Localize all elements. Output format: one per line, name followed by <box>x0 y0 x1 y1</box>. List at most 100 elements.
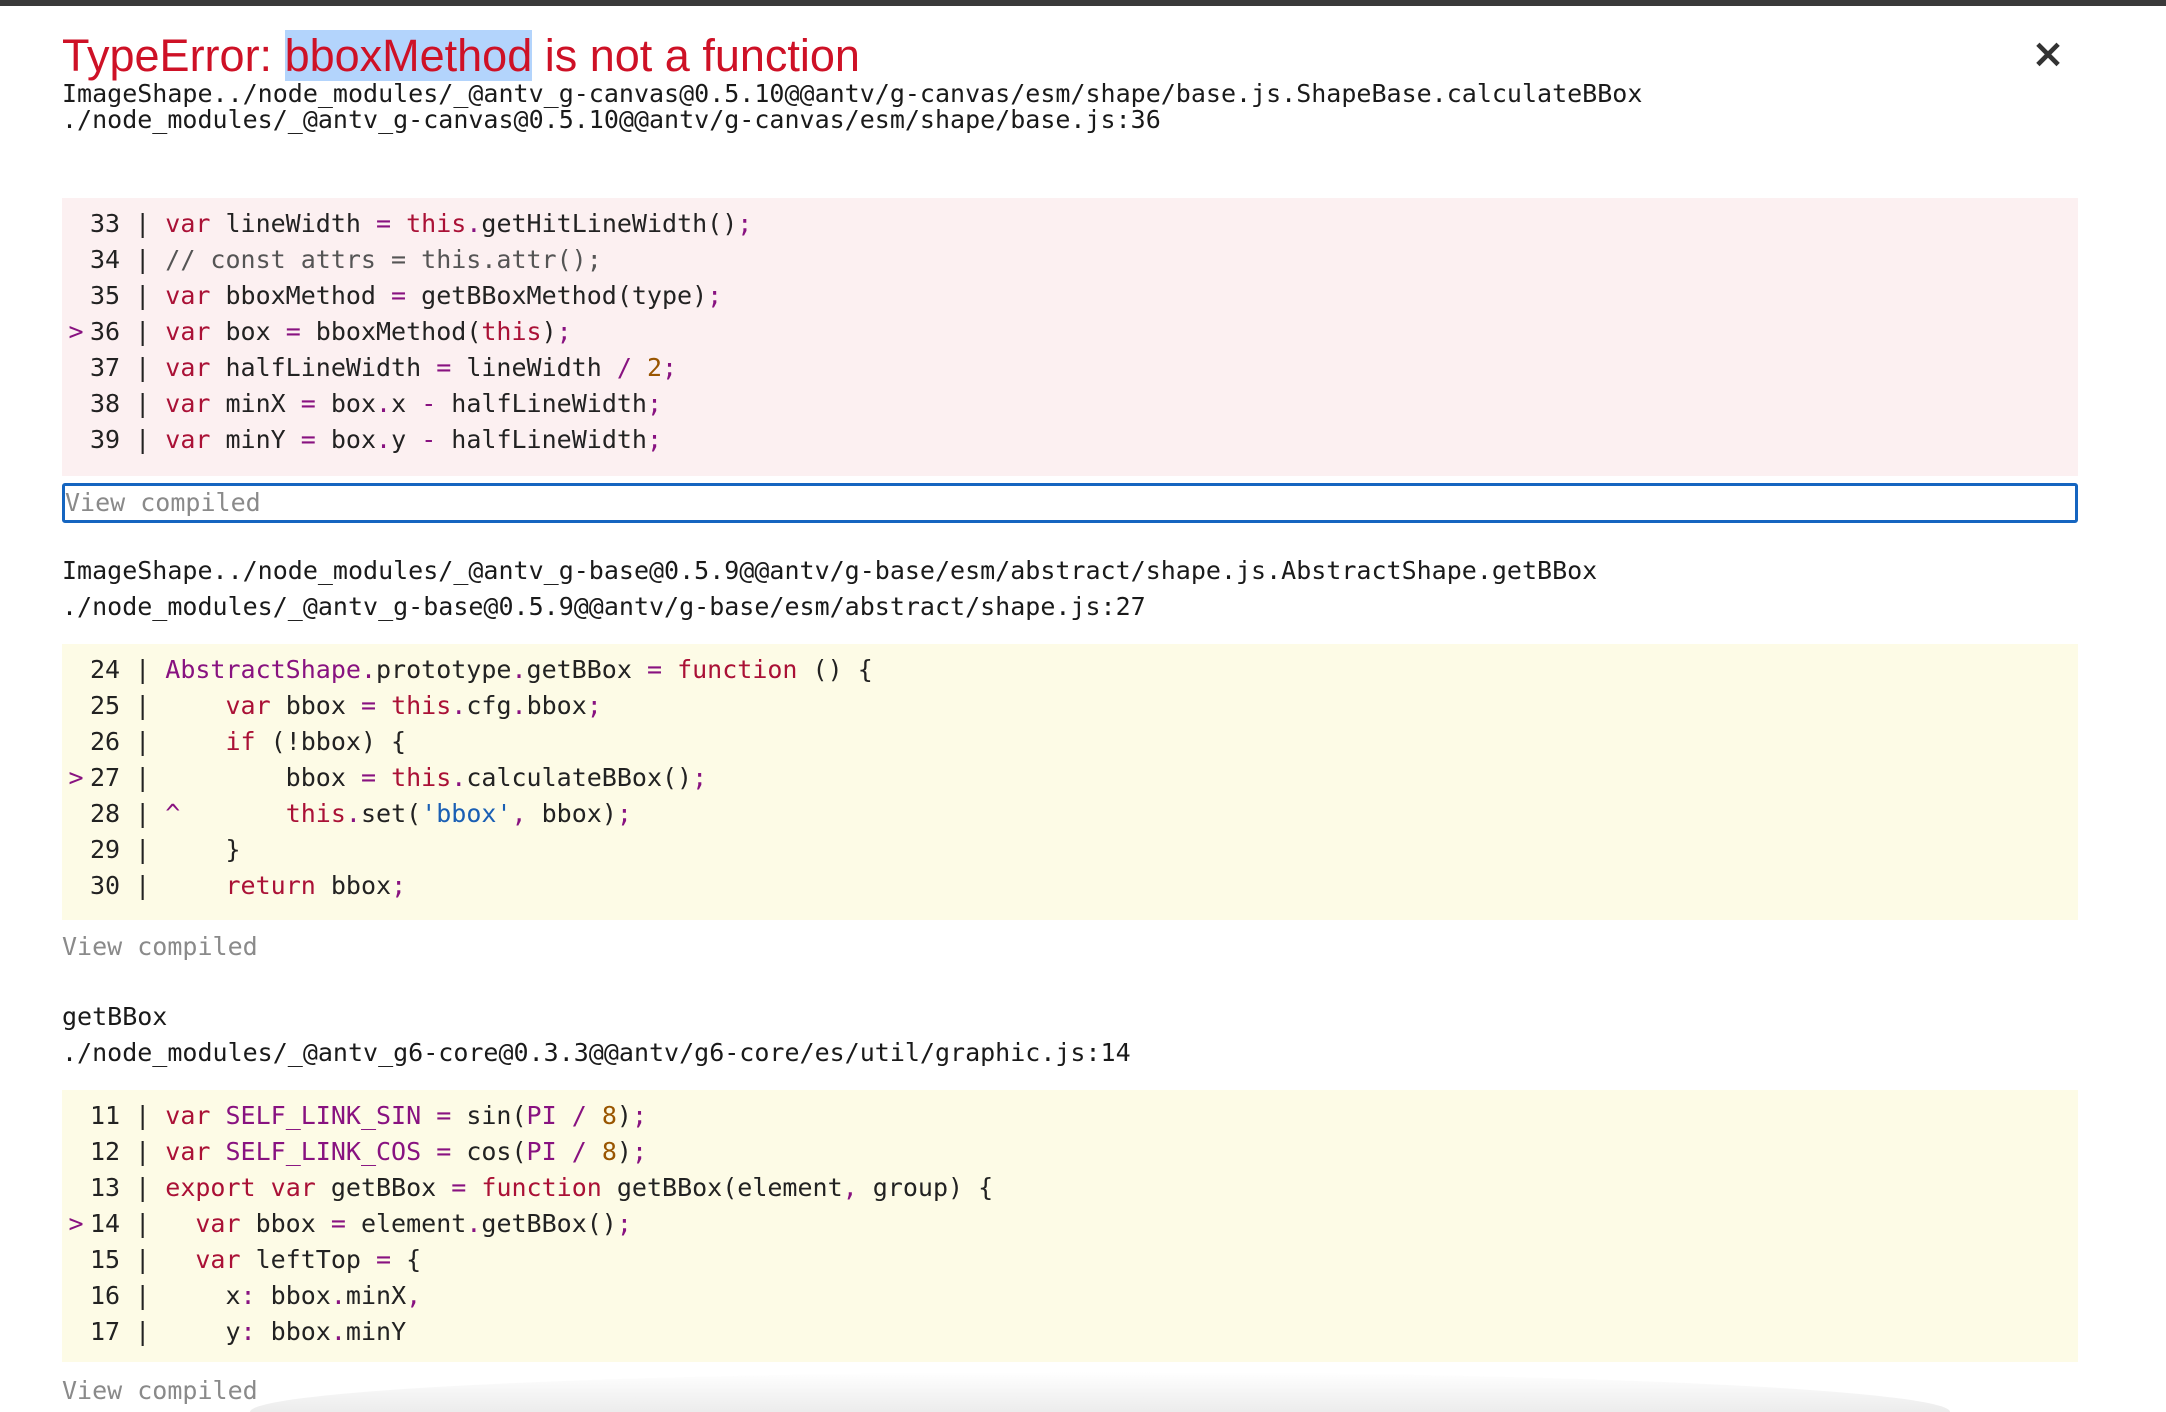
code-text: var minX = box.x - halfLineWidth; <box>165 389 663 418</box>
code-line: >14 | var bbox = element.getBBox(); <box>62 1206 2078 1242</box>
code-line: >27 | bbox = this.calculateBBox(); <box>62 760 2078 796</box>
code-line: 16 | x: bbox.minX, <box>62 1278 2078 1314</box>
line-number: 39 <box>90 425 121 454</box>
line-number: 29 <box>90 835 121 864</box>
code-line: 34 | // const attrs = this.attr(); <box>62 242 2078 278</box>
code-text: var bboxMethod = getBBoxMethod(type); <box>165 281 723 310</box>
code-text: x: bbox.minX, <box>165 1281 422 1310</box>
current-line-marker <box>62 350 90 386</box>
stack-frame-1-location: ./node_modules/_@antv_g-canvas@0.5.10@@a… <box>62 105 1161 134</box>
code-line: 25 | var bbox = this.cfg.bbox; <box>62 688 2078 724</box>
line-number: 17 <box>90 1317 121 1346</box>
view-compiled-button-3[interactable]: View compiled <box>62 1373 258 1409</box>
code-line: 30 | return bbox; <box>62 868 2078 904</box>
line-number: 35 <box>90 281 121 310</box>
current-line-marker <box>62 796 90 832</box>
stack-frame-2-function: ImageShape../node_modules/_@antv_g-base@… <box>62 556 1598 585</box>
line-number: 26 <box>90 727 121 756</box>
stack-frame-2-location: ./node_modules/_@antv_g-base@0.5.9@@antv… <box>62 592 1146 621</box>
line-number: 16 <box>90 1281 121 1310</box>
code-text: var bbox = element.getBBox(); <box>195 1209 632 1238</box>
code-line: 37 | var halfLineWidth = lineWidth / 2; <box>62 350 2078 386</box>
code-text: // const attrs = this.attr(); <box>165 245 602 274</box>
code-text: var minY = box.y - halfLineWidth; <box>165 425 663 454</box>
error-highlighted-identifier: bboxMethod <box>284 30 533 81</box>
line-number: 33 <box>90 209 121 238</box>
line-number: 30 <box>90 871 121 900</box>
current-line-marker <box>62 242 90 278</box>
line-number: 27 <box>90 763 121 792</box>
current-line-marker <box>62 652 90 688</box>
line-number: 28 <box>90 799 121 828</box>
code-snippet-1: 33 | var lineWidth = this.getHitLineWidt… <box>62 198 2078 476</box>
line-number: 34 <box>90 245 121 274</box>
code-line: 26 | if (!bbox) { <box>62 724 2078 760</box>
stack-frame-3-function: getBBox <box>62 1002 168 1031</box>
code-text: var bbox = this.cfg.bbox; <box>225 691 602 720</box>
stack-frame-3-location: ./node_modules/_@antv_g6-core@0.3.3@@ant… <box>62 1038 1131 1067</box>
current-line-marker <box>62 868 90 904</box>
current-line-marker <box>62 278 90 314</box>
code-snippet-2: 24 | AbstractShape.prototype.getBBox = f… <box>62 644 2078 920</box>
code-text: var leftTop = { <box>195 1245 422 1274</box>
line-number: 11 <box>90 1101 121 1130</box>
current-line-marker <box>62 724 90 760</box>
code-line: 28 | ^ this.set('bbox', bbox); <box>62 796 2078 832</box>
line-number: 15 <box>90 1245 121 1274</box>
current-line-marker <box>62 422 90 458</box>
code-text: var lineWidth = this.getHitLineWidth(); <box>165 209 753 238</box>
code-line: 12 | var SELF_LINK_COS = cos(PI / 8); <box>62 1134 2078 1170</box>
code-line: >36 | var box = bboxMethod(this); <box>62 314 2078 350</box>
code-line: 11 | var SELF_LINK_SIN = sin(PI / 8); <box>62 1098 2078 1134</box>
view-compiled-button-1[interactable]: View compiled <box>62 483 2078 523</box>
current-line-marker <box>62 832 90 868</box>
code-text: var halfLineWidth = lineWidth / 2; <box>165 353 678 382</box>
code-line: 17 | y: bbox.minY <box>62 1314 2078 1350</box>
code-text: bbox = this.calculateBBox(); <box>165 763 708 792</box>
line-number: 14 <box>90 1209 121 1238</box>
error-type: TypeError: <box>62 30 285 81</box>
code-line: 38 | var minX = box.x - halfLineWidth; <box>62 386 2078 422</box>
code-text: ^ this.set('bbox', bbox); <box>165 799 632 828</box>
code-text: if (!bbox) { <box>225 727 407 756</box>
code-text: var box = bboxMethod(this); <box>165 317 572 346</box>
code-line: 39 | var minY = box.y - halfLineWidth; <box>62 422 2078 458</box>
line-number: 12 <box>90 1137 121 1166</box>
code-line: 33 | var lineWidth = this.getHitLineWidt… <box>62 206 2078 242</box>
current-line-marker <box>62 1242 90 1278</box>
line-number: 38 <box>90 389 121 418</box>
error-message-rest: is not a function <box>532 30 860 81</box>
code-text: var SELF_LINK_SIN = sin(PI / 8); <box>165 1101 648 1130</box>
code-text: y: bbox.minY <box>165 1317 407 1346</box>
code-text: var SELF_LINK_COS = cos(PI / 8); <box>165 1137 648 1166</box>
code-text: return bbox; <box>225 871 407 900</box>
current-line-marker <box>62 1314 90 1350</box>
line-number: 25 <box>90 691 121 720</box>
line-number: 36 <box>90 317 121 346</box>
current-line-marker <box>62 688 90 724</box>
code-line: 24 | AbstractShape.prototype.getBBox = f… <box>62 652 2078 688</box>
current-line-marker: > <box>68 763 84 792</box>
line-number: 24 <box>90 655 121 684</box>
current-line-marker <box>62 1278 90 1314</box>
current-line-marker: > <box>68 1209 84 1238</box>
code-text: } <box>165 835 241 864</box>
current-line-marker <box>62 1098 90 1134</box>
close-icon[interactable]: × <box>2028 28 2068 80</box>
current-line-marker <box>62 1170 90 1206</box>
current-line-marker <box>62 386 90 422</box>
code-line: 13 | export var getBBox = function getBB… <box>62 1170 2078 1206</box>
code-text: export var getBBox = function getBBox(el… <box>165 1173 994 1202</box>
line-number: 13 <box>90 1173 121 1202</box>
view-compiled-button-2[interactable]: View compiled <box>62 929 258 965</box>
bottom-scroll-shadow <box>250 1372 1950 1412</box>
code-line: 29 | } <box>62 832 2078 868</box>
line-number: 37 <box>90 353 121 382</box>
code-text: AbstractShape.prototype.getBBox = functi… <box>165 655 873 684</box>
current-line-marker <box>62 206 90 242</box>
current-line-marker: > <box>68 317 84 346</box>
top-border <box>0 0 2166 6</box>
code-line: 35 | var bboxMethod = getBBoxMethod(type… <box>62 278 2078 314</box>
code-snippet-3: 11 | var SELF_LINK_SIN = sin(PI / 8); 12… <box>62 1090 2078 1362</box>
code-line: 15 | var leftTop = { <box>62 1242 2078 1278</box>
